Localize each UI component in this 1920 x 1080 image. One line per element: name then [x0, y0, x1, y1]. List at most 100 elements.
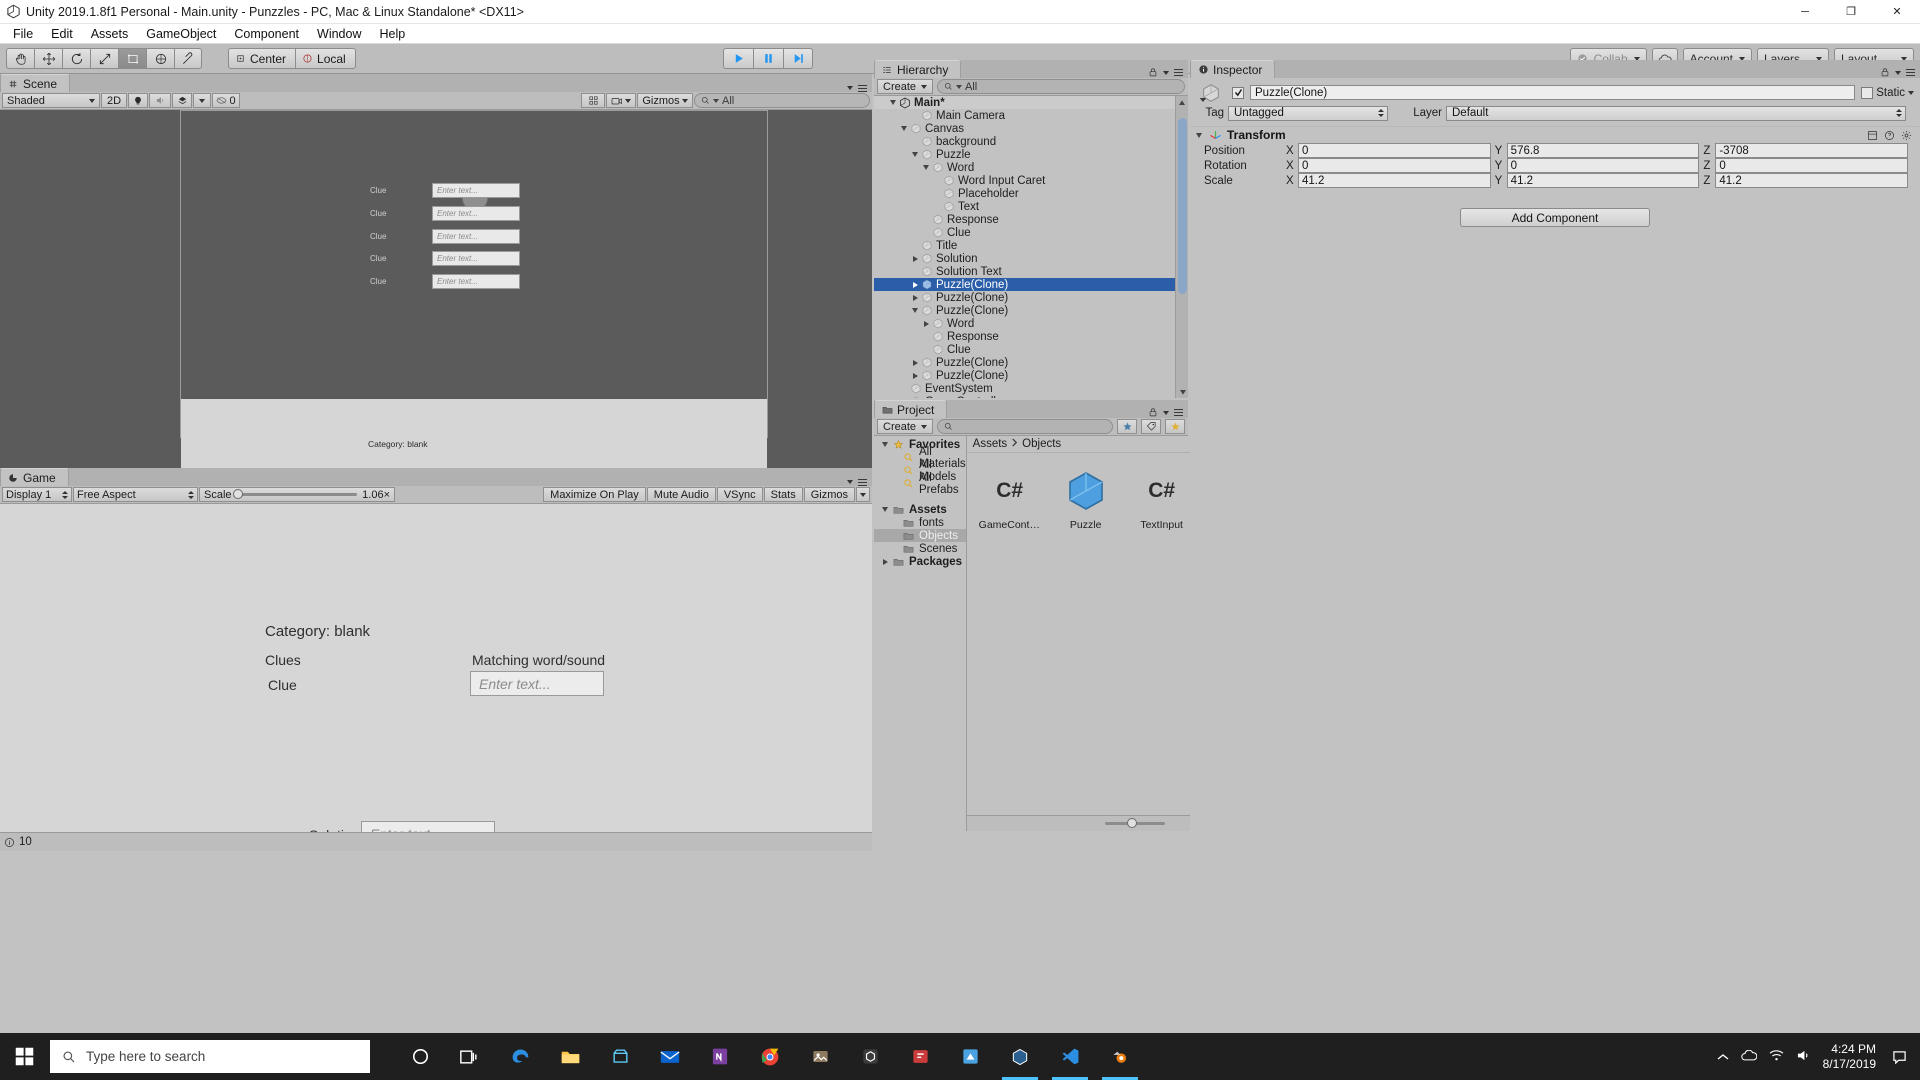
game-scale-slider[interactable]: Scale 1.06×	[199, 487, 395, 502]
axis-value-input-y[interactable]: 41.2	[1506, 173, 1700, 188]
hierarchy-tree[interactable]: Main* Main Camera Canvas background Puzzle Wo…	[874, 96, 1188, 398]
start-button[interactable]	[0, 1033, 48, 1080]
layer-dropdown[interactable]: Default	[1446, 105, 1906, 121]
hierarchy-item-puzzle-clone[interactable]: Puzzle(Clone)	[874, 369, 1188, 382]
vscode-icon[interactable]	[1046, 1033, 1094, 1080]
foldout-down-icon[interactable]	[880, 442, 890, 447]
mute-audio-button[interactable]: Mute Audio	[646, 487, 716, 502]
game-clue-input[interactable]: Enter text...	[470, 671, 604, 696]
static-checkbox[interactable]	[1861, 86, 1874, 99]
foldout-down-icon[interactable]	[888, 100, 898, 105]
tag-dropdown[interactable]: Untagged	[1228, 105, 1388, 121]
foldout-right-icon[interactable]	[910, 372, 920, 379]
project-create-button[interactable]: Create	[877, 419, 934, 434]
axis-value-input-x[interactable]: 0	[1298, 143, 1491, 158]
panel-menu-icon[interactable]	[858, 84, 867, 92]
chevron-down-icon[interactable]	[847, 480, 853, 485]
foldout-down-icon[interactable]	[921, 165, 931, 170]
scene-clue-input[interactable]: Enter text...	[432, 229, 520, 244]
game-gizmos-button[interactable]: Gizmos	[803, 487, 855, 502]
maximize-button[interactable]: ❐	[1828, 0, 1874, 24]
menu-edit[interactable]: Edit	[42, 24, 82, 44]
scene-clue-input[interactable]: Enter text...	[432, 274, 520, 289]
space-mode-button[interactable]: Local	[295, 48, 356, 69]
hierarchy-item-canvas[interactable]: Canvas	[874, 122, 1188, 135]
hierarchy-item-response[interactable]: Response	[874, 330, 1188, 343]
lock-icon[interactable]	[1880, 67, 1890, 78]
hierarchy-item-word[interactable]: Word	[874, 161, 1188, 174]
tray-expand-icon[interactable]	[1717, 1049, 1729, 1064]
hierarchy-item-word[interactable]: Word	[874, 317, 1188, 330]
scene-clue-input[interactable]: Enter text...	[432, 183, 520, 198]
custom-tool-button[interactable]	[174, 48, 202, 69]
play-button[interactable]	[723, 48, 753, 69]
menu-file[interactable]: File	[4, 24, 42, 44]
chevron-down-icon[interactable]	[1895, 70, 1901, 75]
component-foldout-icon[interactable]	[1194, 132, 1204, 138]
hierarchy-item-solution[interactable]: Solution	[874, 252, 1188, 265]
tab-game[interactable]: Game	[0, 468, 69, 486]
unity-hub-icon[interactable]	[846, 1033, 894, 1080]
scale-slider-track[interactable]	[232, 489, 358, 499]
scroll-down-icon[interactable]	[1176, 385, 1188, 398]
unity-icon[interactable]	[996, 1033, 1044, 1080]
hierarchy-item-main[interactable]: Main*	[874, 96, 1188, 109]
axis-value-input-y[interactable]: 0	[1506, 158, 1700, 173]
foldout-right-icon[interactable]	[921, 320, 931, 327]
aspect-dropdown[interactable]: Free Aspect	[73, 487, 198, 502]
gear-icon[interactable]	[1901, 130, 1912, 141]
hierarchy-item-text[interactable]: Text	[874, 200, 1188, 213]
scene-fx-dropdown[interactable]	[193, 93, 211, 108]
minimize-button[interactable]: ─	[1782, 0, 1828, 24]
assets-grid[interactable]: C# GameContr... Puzzle C# TextInput	[966, 453, 1193, 815]
menu-help[interactable]: Help	[370, 24, 414, 44]
scale-tool-button[interactable]	[90, 48, 118, 69]
foldout-right-icon[interactable]	[910, 294, 920, 301]
onedrive-icon[interactable]	[1740, 1049, 1757, 1064]
thumbnail-zoom-knob[interactable]	[1126, 818, 1137, 828]
hierarchy-item-eventsystem[interactable]: EventSystem	[874, 382, 1188, 395]
foldout-down-icon[interactable]	[910, 152, 920, 157]
asset-item[interactable]: Puzzle	[1055, 467, 1117, 815]
project-folder-tree[interactable]: Favorites All Materials All Models All Pref…	[874, 436, 967, 831]
draw-mode-dropdown[interactable]: Shaded	[2, 93, 100, 108]
cortana-icon[interactable]	[396, 1033, 444, 1080]
scene-clue-input[interactable]: Enter text...	[432, 206, 520, 221]
pivot-mode-button[interactable]: Center	[228, 48, 296, 69]
hierarchy-item-word-input-caret[interactable]: Word Input Caret	[874, 174, 1188, 187]
hierarchy-item-main-camera[interactable]: Main Camera	[874, 109, 1188, 122]
hierarchy-item-title[interactable]: Title	[874, 239, 1188, 252]
tab-scene[interactable]: Scene	[0, 74, 71, 92]
project-tree-item-assets[interactable]: Assets	[874, 503, 966, 516]
scene-clue-input[interactable]: Enter text...	[432, 251, 520, 266]
move-tool-button[interactable]	[34, 48, 62, 69]
hierarchy-item-puzzle-clone[interactable]: Puzzle(Clone)	[874, 304, 1188, 317]
breadcrumb-assets[interactable]: Assets	[973, 438, 1008, 450]
menu-gameobject[interactable]: GameObject	[137, 24, 225, 44]
tab-project[interactable]: Project	[874, 400, 948, 418]
project-tree-item-fonts[interactable]: fonts	[874, 516, 966, 529]
transform-tool-button[interactable]	[146, 48, 174, 69]
hierarchy-item-gamecontroller[interactable]: GameController	[874, 395, 1188, 398]
lock-icon[interactable]	[1148, 407, 1158, 418]
project-search-input[interactable]	[937, 419, 1113, 434]
chevron-down-icon[interactable]	[1908, 90, 1914, 95]
scroll-up-icon[interactable]	[1176, 96, 1188, 109]
scene-audio-button[interactable]	[149, 93, 171, 108]
axis-value-input-z[interactable]: 41.2	[1715, 173, 1909, 188]
scene-lighting-button[interactable]	[128, 93, 148, 108]
foldout-right-icon[interactable]	[910, 359, 920, 366]
taskbar-clock[interactable]: 4:24 PM 8/17/2019	[1823, 1042, 1876, 1072]
scene-fx-button[interactable]	[172, 93, 192, 108]
axis-value-input-y[interactable]: 576.8	[1506, 143, 1700, 158]
hierarchy-item-clue[interactable]: Clue	[874, 343, 1188, 356]
thumbnail-zoom-slider[interactable]	[1104, 818, 1165, 828]
tab-hierarchy[interactable]: Hierarchy	[874, 60, 962, 78]
scale-slider-knob[interactable]	[232, 489, 243, 499]
asset-item[interactable]: C# TextInput	[1131, 467, 1193, 815]
axis-value-input-x[interactable]: 0	[1298, 158, 1491, 173]
hand-tool-button[interactable]	[6, 48, 34, 69]
pause-button[interactable]	[753, 48, 783, 69]
stats-button[interactable]: Stats	[763, 487, 803, 502]
axis-value-input-z[interactable]: 0	[1715, 158, 1909, 173]
